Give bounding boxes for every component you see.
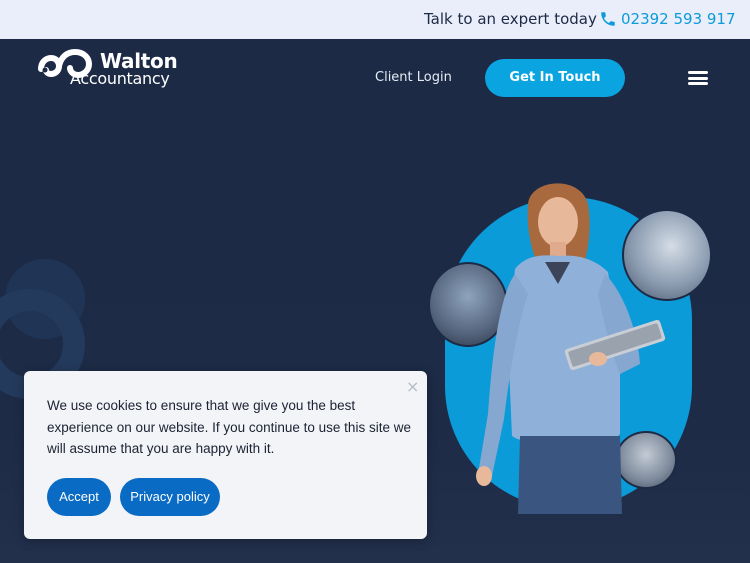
close-icon[interactable]: × [406,377,419,396]
phone-icon[interactable] [599,10,617,28]
hero-woman-image [476,183,666,514]
accept-button[interactable]: Accept [47,478,111,516]
site-header: Walton Accountancy Client Login Get In T… [0,39,750,119]
phone-number-link[interactable]: 02392 593 917 [621,10,736,28]
logo-text-accountancy: Accountancy [70,69,170,88]
walton-accountancy-logo[interactable]: Walton Accountancy [37,47,178,88]
client-login-link[interactable]: Client Login [375,70,452,85]
top-contact-bar: Talk to an expert today 02392 593 917 [0,0,750,39]
cookie-consent-dialog: × We use cookies to ensure that we give … [24,371,427,539]
hamburger-menu-icon[interactable] [688,71,708,85]
cookie-message: We use cookies to ensure that we give yo… [47,398,411,456]
talk-to-expert-text: Talk to an expert today [424,10,597,28]
get-in-touch-button[interactable]: Get In Touch [485,59,625,97]
privacy-policy-button[interactable]: Privacy policy [120,478,220,516]
